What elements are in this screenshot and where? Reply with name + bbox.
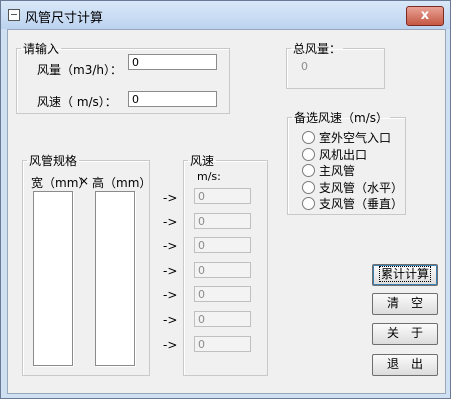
velocity-label: 风速（ m/s）： [37, 95, 117, 109]
radio-fan-outlet[interactable] [302, 148, 315, 161]
radio-branch-vertical-label[interactable]: 支风管（垂直） [319, 195, 403, 212]
about-button-label: 关 于 [386, 326, 423, 340]
radio-outdoor-inlet[interactable] [302, 131, 315, 144]
arrow-4: -> [163, 264, 178, 278]
close-button[interactable]: x [406, 6, 444, 26]
airflow-label: 风量（m3/h）： [37, 63, 122, 77]
speed-result-legend: 风速 [190, 154, 215, 168]
clear-button-label: 清 空 [386, 296, 423, 310]
speed-result-3 [194, 237, 251, 253]
radio-branch-vertical[interactable] [302, 197, 315, 210]
speed-result-4 [194, 262, 251, 278]
arrow-1: -> [163, 191, 178, 205]
airflow-input[interactable] [128, 54, 217, 70]
radio-fan-outlet-label[interactable]: 风机出口 [319, 146, 367, 163]
speed-result-6 [194, 311, 251, 327]
arrow-7: -> [163, 338, 178, 352]
arrow-3: -> [163, 239, 178, 253]
speed-result-1 [194, 188, 251, 204]
speed-options-legend: 备选风速（m/s） [294, 111, 388, 125]
radio-outdoor-inlet-label[interactable]: 室外空气入口 [319, 129, 391, 146]
arrow-5: -> [163, 288, 178, 302]
height-label: 高（mm） [92, 176, 152, 190]
clear-button[interactable]: 清 空 [372, 293, 438, 315]
velocity-input[interactable] [128, 91, 217, 107]
exit-button[interactable]: 退 出 [372, 354, 438, 376]
times-sign: × [79, 174, 90, 188]
radio-main-duct[interactable] [302, 164, 315, 177]
about-button[interactable]: 关 于 [372, 323, 438, 345]
radio-branch-horizontal-label[interactable]: 支风管（水平） [319, 179, 403, 196]
radio-branch-horizontal[interactable] [302, 181, 315, 194]
arrow-2: -> [163, 215, 178, 229]
total-airflow-value: 0 [301, 60, 308, 73]
accumulate-button[interactable]: 累计计算 [372, 264, 438, 286]
speed-unit-label: m/s: [197, 170, 221, 183]
app-window: 风管尺寸计算 x 请输入 风量（m3/h）： 风速（ m/s）： 总风量： 0 … [0, 0, 451, 399]
total-airflow-legend: 总风量： [293, 42, 342, 56]
window-title: 风管尺寸计算 [25, 11, 104, 26]
width-list[interactable] [33, 191, 73, 366]
input-group-legend: 请输入 [23, 42, 60, 56]
height-list[interactable] [95, 191, 135, 366]
title-bar: 风管尺寸计算 x [1, 1, 450, 29]
app-icon [8, 9, 20, 21]
speed-result-5 [194, 286, 251, 302]
duct-spec-legend: 风管规格 [29, 154, 78, 168]
dialog-body: 请输入 风量（m3/h）： 风速（ m/s）： 总风量： 0 备选风速（m/s）… [7, 29, 446, 394]
arrow-6: -> [163, 313, 178, 327]
accumulate-button-label: 累计计算 [378, 266, 432, 282]
speed-result-2 [194, 213, 251, 229]
radio-main-duct-label[interactable]: 主风管 [319, 162, 355, 179]
speed-result-7 [194, 336, 251, 352]
exit-button-label: 退 出 [386, 357, 423, 371]
